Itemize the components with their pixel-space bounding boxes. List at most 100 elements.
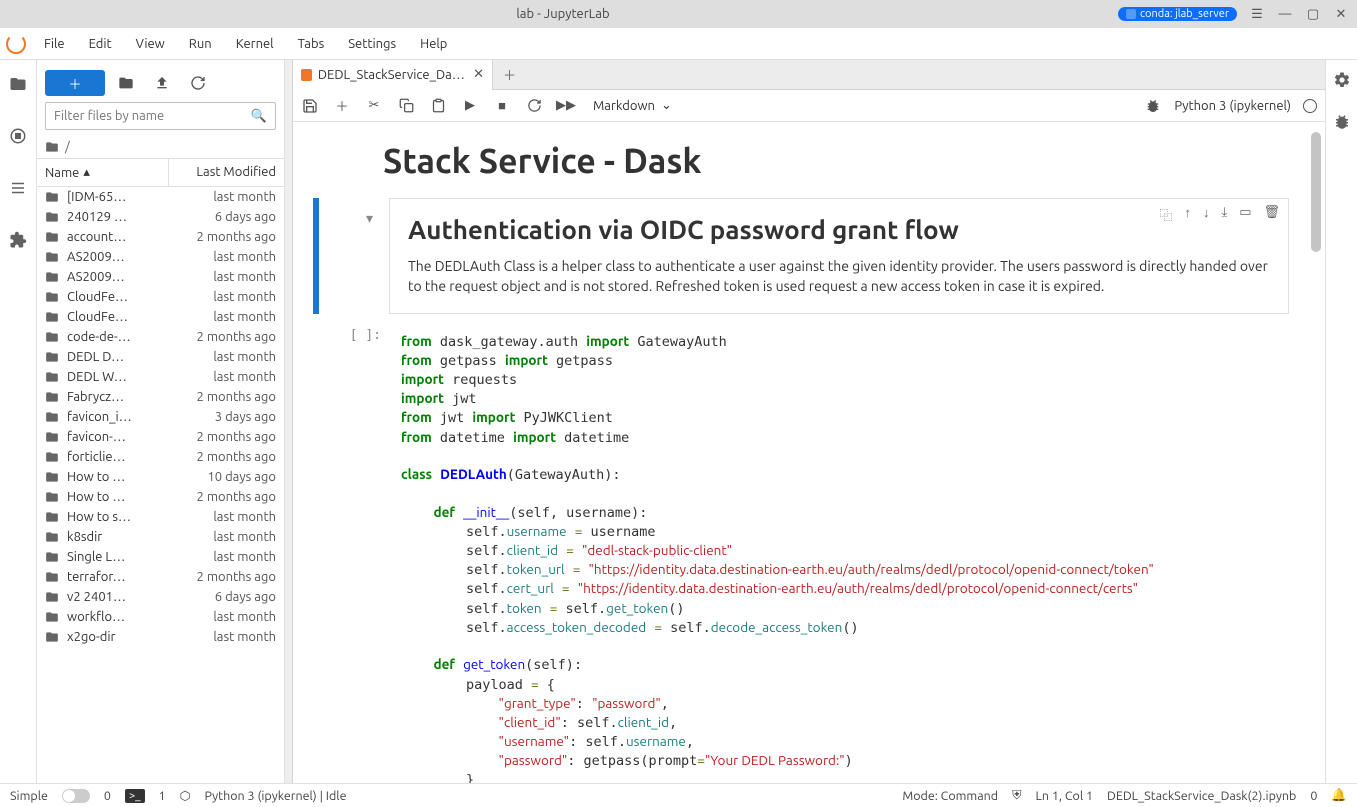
bug-icon[interactable] xyxy=(1144,97,1162,115)
cell-type-select[interactable]: Markdown ⌄ xyxy=(593,98,672,113)
kernel-status-icon[interactable] xyxy=(1303,99,1317,113)
move-down-icon[interactable]: ↓ xyxy=(1203,205,1210,224)
breadcrumb[interactable]: / xyxy=(37,136,284,158)
file-row[interactable]: Single L…last month xyxy=(37,547,284,567)
file-row[interactable]: code-de-…2 months ago xyxy=(37,327,284,347)
menu-edit[interactable]: Edit xyxy=(77,28,124,59)
debug-icon[interactable] xyxy=(1332,112,1352,132)
kernel-name[interactable]: Python 3 (ipykernel) xyxy=(1174,99,1291,113)
menu-help[interactable]: Help xyxy=(408,28,459,59)
insert-cell-icon[interactable]: ＋ xyxy=(333,97,351,115)
shield-icon[interactable]: ⛨ xyxy=(1012,788,1021,803)
menu-view[interactable]: View xyxy=(124,28,177,59)
toc-icon[interactable] xyxy=(8,178,28,198)
scrollbar[interactable] xyxy=(1311,132,1321,252)
file-row[interactable]: workflo…last month xyxy=(37,607,284,627)
file-row[interactable]: favicon_i…3 days ago xyxy=(37,407,284,427)
minimize-icon[interactable]: ― xyxy=(1277,6,1293,22)
duplicate-icon[interactable]: ⿻ xyxy=(1159,205,1172,224)
file-row[interactable]: CloudFe…last month xyxy=(37,287,284,307)
hamburger-icon[interactable]: ☰ xyxy=(1249,6,1265,22)
file-row[interactable]: CloudFe…last month xyxy=(37,307,284,327)
file-row[interactable]: How to …10 days ago xyxy=(37,467,284,487)
file-modified: 6 days ago xyxy=(166,590,276,604)
bell-icon[interactable]: 🔔 xyxy=(1331,788,1347,803)
status-kernel[interactable]: Python 3 (ipykernel) | Idle xyxy=(205,789,347,803)
paste-icon[interactable] xyxy=(429,97,447,115)
new-folder-button[interactable] xyxy=(111,70,141,96)
file-row[interactable]: v2 2401…6 days ago xyxy=(37,587,284,607)
conda-env-pill[interactable]: conda: jlab_server xyxy=(1118,7,1237,21)
file-name: How to … xyxy=(63,470,166,484)
maximize-icon[interactable]: ▢ xyxy=(1305,6,1321,22)
new-launcher-button[interactable]: ＋ xyxy=(45,70,105,96)
file-row[interactable]: account…2 months ago xyxy=(37,227,284,247)
tab-active[interactable]: DEDL_StackService_Dask(2). ✕ xyxy=(293,60,493,90)
jupyter-logo[interactable] xyxy=(0,34,32,54)
collapse-icon[interactable]: ▾ xyxy=(366,210,373,227)
close-icon[interactable]: ✕ xyxy=(1333,6,1349,22)
run-icon[interactable]: ▶ xyxy=(461,97,479,115)
md-paragraph: The DEDLAuth Class is a helper class to … xyxy=(408,256,1270,297)
folder-icon xyxy=(45,310,63,324)
property-inspector-rail xyxy=(1325,60,1357,783)
restart-run-all-icon[interactable]: ▶▶ xyxy=(557,97,575,115)
file-row[interactable]: x2go-dirlast month xyxy=(37,627,284,647)
filter-input[interactable] xyxy=(54,109,251,123)
filter-input-wrap[interactable]: 🔍 xyxy=(45,102,276,130)
menu-settings[interactable]: Settings xyxy=(336,28,408,59)
file-row[interactable]: terrafor…2 months ago xyxy=(37,567,284,587)
restart-icon[interactable] xyxy=(525,97,543,115)
simple-toggle[interactable] xyxy=(62,789,90,803)
column-modified[interactable]: Last Modified xyxy=(168,159,284,186)
upload-button[interactable] xyxy=(147,70,177,96)
markdown-cell[interactable]: ▾ ⿻ ↑ ↓ ⤓ ▭ 🗑 Authentication via OIDC pa… xyxy=(313,198,1289,314)
file-row[interactable]: AS2009…last month xyxy=(37,267,284,287)
file-row[interactable]: Fabrycz…2 months ago xyxy=(37,387,284,407)
file-modified: last month xyxy=(166,530,276,544)
folder-icon xyxy=(45,550,63,564)
splitter[interactable] xyxy=(285,60,293,783)
file-list[interactable]: [IDM-65…last month240129 …6 days agoacco… xyxy=(37,187,284,783)
file-row[interactable]: AS2009…last month xyxy=(37,247,284,267)
menu-file[interactable]: File xyxy=(32,28,77,59)
file-row[interactable]: forticlie…2 months ago xyxy=(37,447,284,467)
folder-icon xyxy=(45,350,63,364)
save-icon[interactable] xyxy=(301,97,319,115)
file-row[interactable]: 240129 …6 days ago xyxy=(37,207,284,227)
file-row[interactable]: favicon-…2 months ago xyxy=(37,427,284,447)
file-row[interactable]: How to …2 months ago xyxy=(37,487,284,507)
add-tab-button[interactable]: ＋ xyxy=(493,60,526,90)
status-file[interactable]: DEDL_StackService_Dask(2).ipynb xyxy=(1107,789,1296,803)
extensions-icon[interactable] xyxy=(8,230,28,250)
close-tab-icon[interactable]: ✕ xyxy=(473,67,484,82)
insert-above-icon[interactable]: ⤓ xyxy=(1221,205,1227,224)
folder-icon[interactable] xyxy=(8,74,28,94)
file-row[interactable]: [IDM-65…last month xyxy=(37,187,284,207)
file-row[interactable]: k8sdirlast month xyxy=(37,527,284,547)
delete-cell-icon[interactable]: 🗑 xyxy=(1263,205,1280,224)
running-icon[interactable] xyxy=(8,126,28,146)
notebook-area[interactable]: Stack Service - Dask ▾ ⿻ ↑ ↓ ⤓ ▭ 🗑 Auth xyxy=(293,122,1325,783)
insert-below-icon[interactable]: ▭ xyxy=(1239,205,1251,224)
file-row[interactable]: DEDL W…last month xyxy=(37,367,284,387)
menu-kernel[interactable]: Kernel xyxy=(224,28,286,59)
simple-label: Simple xyxy=(10,789,48,803)
menu-run[interactable]: Run xyxy=(177,28,224,59)
terminal-badge[interactable]: >_ xyxy=(125,789,145,803)
file-row[interactable]: How to s…last month xyxy=(37,507,284,527)
code-editor[interactable]: from dask_gateway.auth import GatewayAut… xyxy=(389,324,1289,783)
file-row[interactable]: DEDL D…last month xyxy=(37,347,284,367)
gear-icon[interactable] xyxy=(1332,70,1352,90)
stop-icon[interactable]: ■ xyxy=(493,97,511,115)
refresh-button[interactable] xyxy=(183,70,213,96)
code-cell[interactable]: [ ]: from dask_gateway.auth import Gatew… xyxy=(313,324,1289,783)
move-up-icon[interactable]: ↑ xyxy=(1184,205,1191,224)
cut-icon[interactable]: ✂ xyxy=(365,97,383,115)
column-name[interactable]: Name ▴ xyxy=(37,159,168,186)
lsp-icon[interactable]: ⬡ xyxy=(180,788,191,803)
folder-icon xyxy=(45,570,63,584)
status-term-count: 1 xyxy=(159,789,166,803)
copy-icon[interactable] xyxy=(397,97,415,115)
menu-tabs[interactable]: Tabs xyxy=(286,28,337,59)
